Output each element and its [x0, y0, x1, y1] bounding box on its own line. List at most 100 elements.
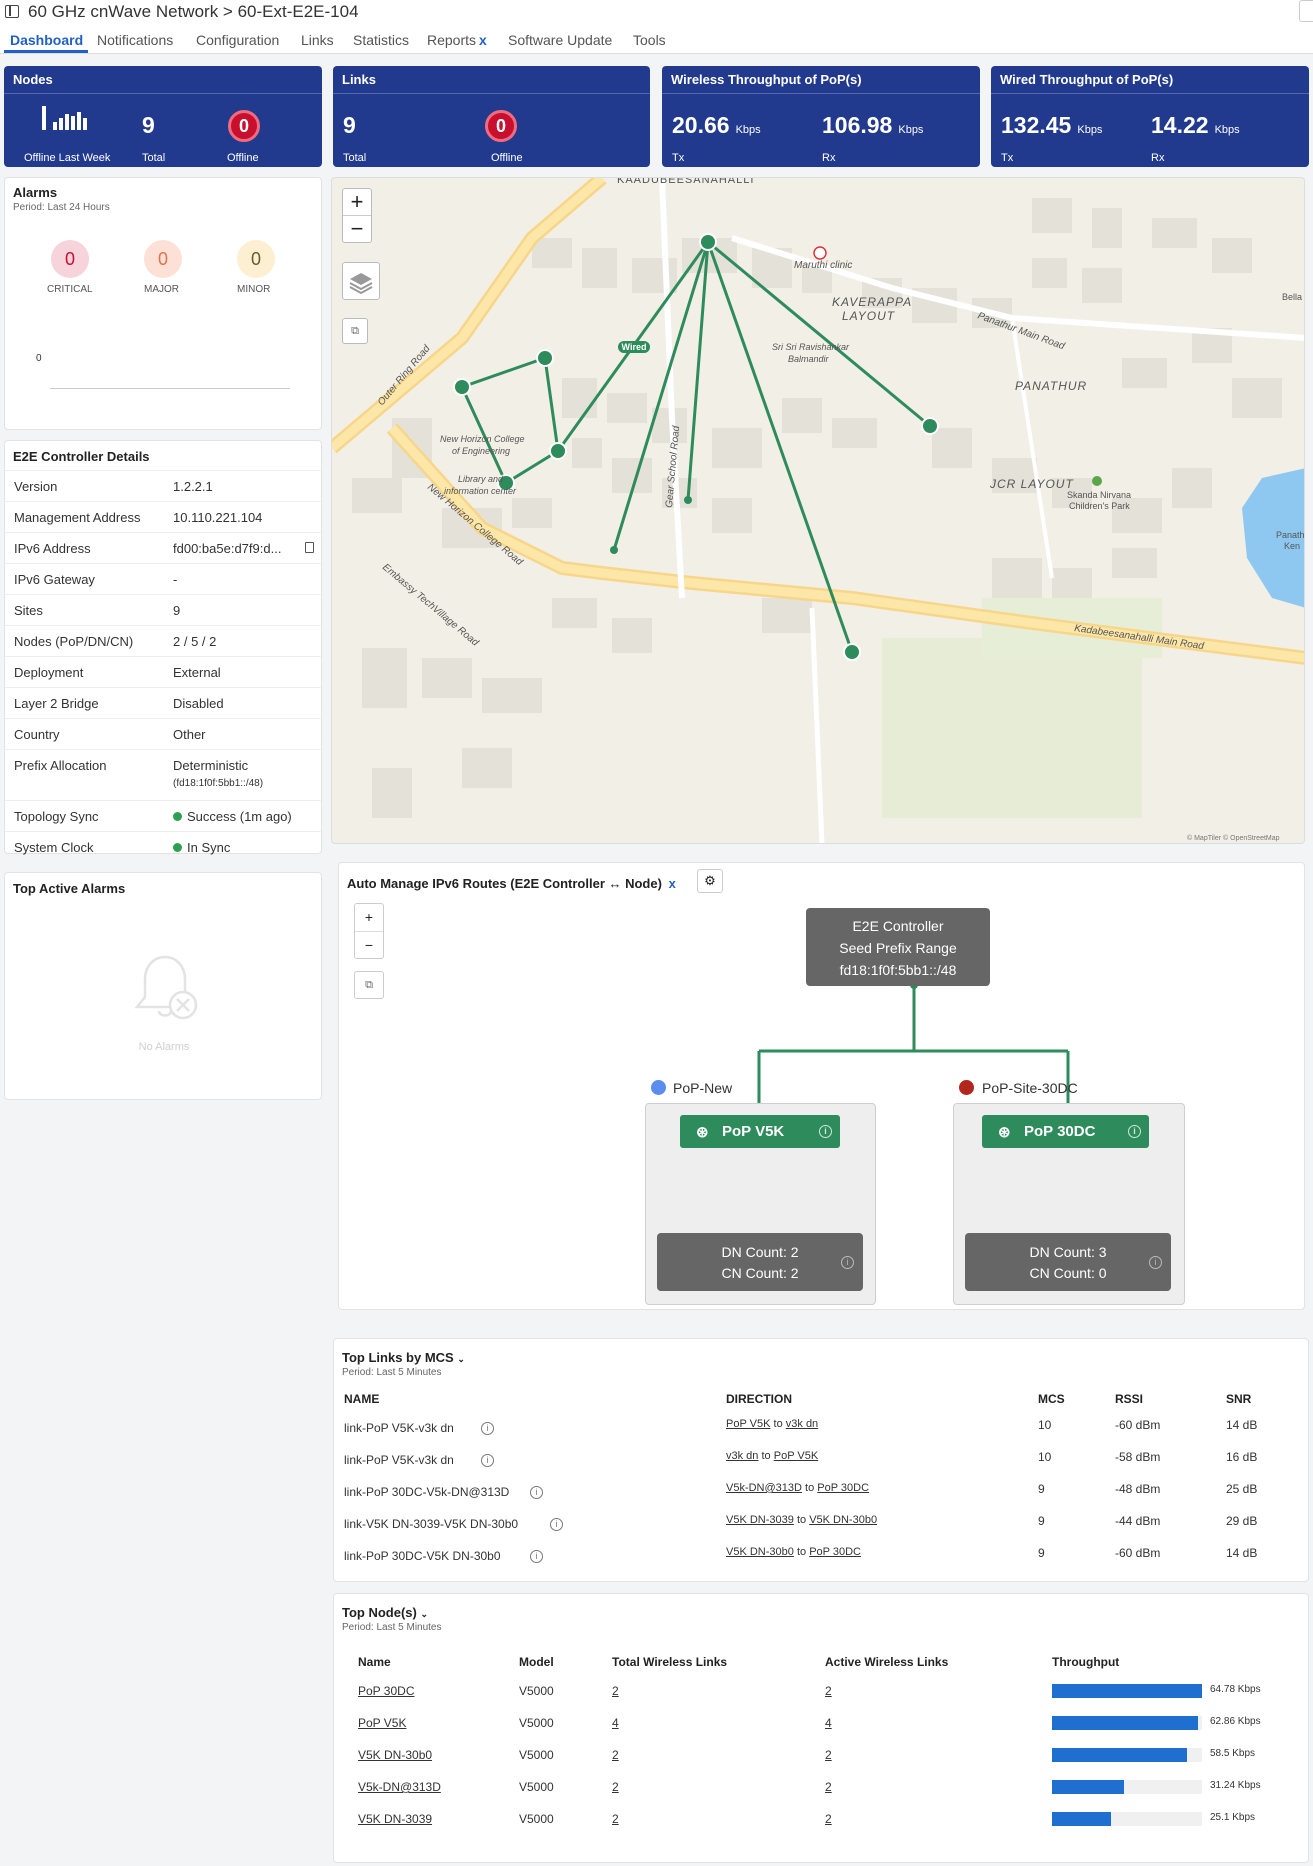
col-direction[interactable]: DIRECTION: [726, 1392, 792, 1406]
detail-value: Deterministic: [173, 758, 249, 773]
total-links-link[interactable]: 2: [612, 1780, 619, 1794]
col-model[interactable]: Model: [519, 1655, 554, 1669]
node-name-link[interactable]: V5k-DN@313D: [358, 1780, 441, 1794]
dn-cn-count-box[interactable]: DN Count: 2 CN Count: 2 i: [657, 1233, 863, 1291]
tab-dashboard[interactable]: Dashboard: [10, 32, 83, 48]
network-map[interactable]: Wired KAADUBEESANAHALLI Maruthi clinic K…: [331, 177, 1305, 844]
rssi-value: -58 dBm: [1115, 1450, 1161, 1464]
wireless-card-title: Wireless Throughput of PoP(s): [662, 66, 980, 94]
tab-tools[interactable]: Tools: [633, 32, 666, 48]
tab-notifications[interactable]: Notifications: [97, 32, 173, 48]
info-icon[interactable]: i: [530, 1550, 543, 1563]
tab-reports[interactable]: Reports x: [427, 32, 487, 48]
critical-alarm-count[interactable]: 0: [51, 240, 89, 278]
active-links-link[interactable]: 2: [825, 1812, 832, 1826]
detail-row-ipv6-gateway: IPv6 Gateway -: [5, 563, 323, 594]
link-direction: v3k dn to PoP V5K: [726, 1450, 818, 1462]
map-expand-button[interactable]: ⧉: [342, 318, 368, 344]
active-links-link[interactable]: 2: [825, 1748, 832, 1762]
active-tab-indicator: [4, 50, 88, 53]
alarms-period: Period: Last 24 Hours: [13, 202, 110, 213]
direction-from-link[interactable]: V5k-DN@313D: [726, 1482, 802, 1494]
info-icon[interactable]: i: [1149, 1256, 1162, 1269]
node-name-link[interactable]: PoP V5K: [358, 1716, 406, 1730]
external-x-icon: x: [479, 32, 487, 48]
major-alarm-count[interactable]: 0: [144, 240, 182, 278]
pop-node-button[interactable]: ⊛ PoP V5K i: [680, 1115, 840, 1148]
table-row: PoP 30DC V5000 2 2 64.78 Kbps: [334, 1684, 1310, 1716]
e2e-controller-node[interactable]: E2E Controller Seed Prefix Range fd18:1f…: [806, 908, 990, 986]
total-links-link[interactable]: 2: [612, 1748, 619, 1762]
total-links-link[interactable]: 2: [612, 1684, 619, 1698]
total-links-link[interactable]: 2: [612, 1812, 619, 1826]
tab-software-update[interactable]: Software Update: [508, 32, 612, 48]
wired-tx-value: 132.45: [1001, 112, 1072, 138]
controller-line3: fd18:1f0f:5bb1::/48: [839, 962, 957, 978]
map-zoom-out-button[interactable]: −: [343, 216, 371, 243]
col-name[interactable]: Name: [358, 1655, 391, 1669]
top-nodes-title[interactable]: Top Node(s) ⌄: [342, 1605, 428, 1620]
minor-alarm-count[interactable]: 0: [237, 240, 275, 278]
tab-statistics[interactable]: Statistics: [353, 32, 409, 48]
mcs-value: 9: [1038, 1546, 1045, 1560]
direction-from-link[interactable]: V5K DN-30b0: [726, 1546, 794, 1558]
sidebar-toggle-icon[interactable]: [5, 5, 19, 18]
col-throughput[interactable]: Throughput: [1052, 1655, 1119, 1669]
throughput-value: 58.5 Kbps: [1210, 1748, 1256, 1759]
dn-cn-count-box[interactable]: DN Count: 3 CN Count: 0 i: [965, 1233, 1171, 1291]
main-road: [386, 423, 1304, 665]
corner-button[interactable]: [1299, 0, 1313, 22]
tab-links[interactable]: Links: [301, 32, 334, 48]
tab-configuration[interactable]: Configuration: [196, 32, 279, 48]
wireless-tx: 20.66 Kbps: [672, 112, 761, 139]
direction-to-link[interactable]: v3k dn: [786, 1418, 818, 1430]
col-name[interactable]: NAME: [344, 1392, 379, 1406]
col-snr[interactable]: SNR: [1226, 1392, 1251, 1406]
mcs-value: 9: [1038, 1482, 1045, 1496]
node-name-link[interactable]: PoP 30DC: [358, 1684, 414, 1698]
node-name-link[interactable]: V5K DN-30b0: [358, 1748, 432, 1762]
green-area: [882, 638, 1142, 818]
info-icon[interactable]: i: [481, 1454, 494, 1467]
top-links-title[interactable]: Top Links by MCS ⌄: [342, 1350, 465, 1365]
copy-icon[interactable]: [305, 542, 314, 553]
pop-node-label: PoP 30DC: [1024, 1123, 1096, 1140]
direction-to-link[interactable]: V5K DN-30b0: [809, 1514, 877, 1526]
active-links-link[interactable]: 2: [825, 1684, 832, 1698]
node-name-link[interactable]: V5K DN-3039: [358, 1812, 432, 1826]
map-zoom-in-button[interactable]: +: [343, 189, 371, 216]
col-total-wireless-links[interactable]: Total Wireless Links: [612, 1655, 727, 1669]
pop-node-button[interactable]: ⊛ PoP 30DC i: [982, 1115, 1149, 1148]
active-links-link[interactable]: 2: [825, 1780, 832, 1794]
info-icon[interactable]: i: [481, 1422, 494, 1435]
critical-label: CRITICAL: [47, 284, 93, 295]
total-links-link[interactable]: 4: [612, 1716, 619, 1730]
direction-from-link[interactable]: V5K DN-3039: [726, 1514, 794, 1526]
detail-value: -: [173, 572, 178, 587]
active-links-link[interactable]: 4: [825, 1716, 832, 1730]
direction-to-word: to: [773, 1418, 783, 1430]
col-active-wireless-links[interactable]: Active Wireless Links: [825, 1655, 948, 1669]
wireless-rx-value: 106.98: [822, 112, 893, 138]
direction-to-link[interactable]: PoP 30DC: [817, 1482, 869, 1494]
info-icon[interactable]: i: [550, 1518, 563, 1531]
info-icon[interactable]: i: [841, 1256, 854, 1269]
rssi-value: -44 dBm: [1115, 1514, 1161, 1528]
col-mcs[interactable]: MCS: [1038, 1392, 1065, 1406]
col-rssi[interactable]: RSSI: [1115, 1392, 1143, 1406]
map-layers-button[interactable]: [342, 262, 380, 300]
chevron-down-icon: ⌄: [457, 1354, 465, 1364]
direction-from-link[interactable]: PoP V5K: [726, 1418, 770, 1430]
direction-from-link[interactable]: v3k dn: [726, 1450, 758, 1462]
info-icon[interactable]: i: [530, 1486, 543, 1499]
detail-value: In Sync: [173, 840, 230, 855]
wired-tx-unit: Kbps: [1077, 124, 1103, 136]
info-icon[interactable]: i: [1128, 1125, 1141, 1138]
controller-line1: E2E Controller: [852, 918, 944, 934]
links-card: Links 9 Total 0 Offline: [333, 66, 650, 167]
minor-label: MINOR: [237, 284, 271, 295]
direction-to-link[interactable]: PoP V5K: [774, 1450, 818, 1462]
cn-count: CN Count: 2: [721, 1265, 799, 1281]
direction-to-link[interactable]: PoP 30DC: [809, 1546, 861, 1558]
info-icon[interactable]: i: [819, 1125, 832, 1138]
